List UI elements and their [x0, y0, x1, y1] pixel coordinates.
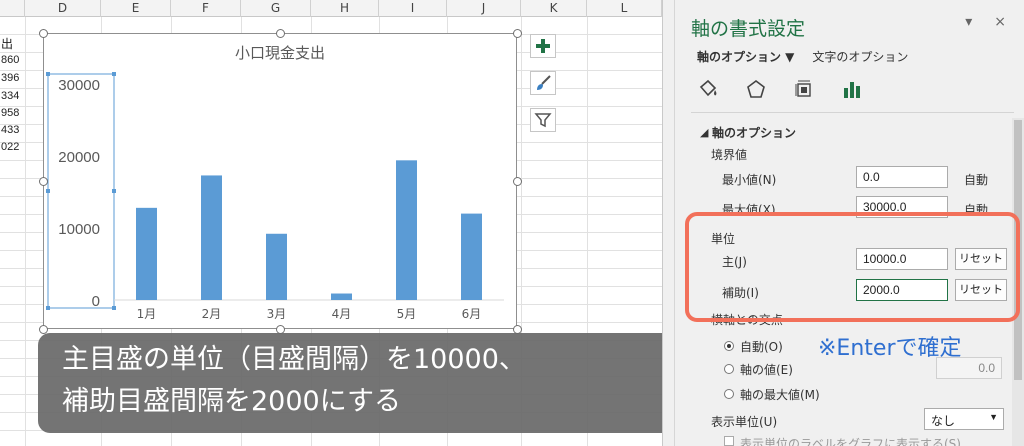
- column-header-g[interactable]: G: [241, 0, 311, 17]
- cell-partial-value[interactable]: 334: [1, 90, 19, 102]
- y-tick-label[interactable]: 10000: [58, 221, 100, 238]
- column-header-e[interactable]: E: [101, 0, 171, 17]
- display-unit-value: なし: [931, 414, 956, 428]
- filter-icon: [534, 113, 552, 128]
- cell-partial-value[interactable]: 022: [1, 141, 19, 153]
- radio-axis-value[interactable]: [724, 364, 734, 374]
- pane-tabs: 軸のオプション ▼ 文字のオプション: [697, 48, 908, 65]
- x-tick-label[interactable]: 6月: [462, 307, 482, 321]
- axis-selection-handle[interactable]: [46, 72, 50, 76]
- min-input[interactable]: 0.0: [856, 166, 948, 188]
- bar[interactable]: [331, 293, 352, 300]
- chart-styles-button[interactable]: [530, 71, 556, 95]
- column-header-d[interactable]: D: [25, 0, 101, 17]
- min-label: 最小値(N): [722, 173, 777, 187]
- enter-note: ※Enterで確定: [818, 336, 962, 361]
- radio-auto[interactable]: [724, 341, 734, 351]
- display-unit-select[interactable]: なし ▼: [924, 408, 1004, 430]
- radio-axis-max-label[interactable]: 軸の最大値(M): [740, 386, 820, 403]
- cell-partial-header[interactable]: 出: [1, 35, 13, 52]
- chart-plot[interactable]: 0 10000 20000 30000 1月 2月 3月 4月 5月 6月: [44, 34, 518, 330]
- column-header-h[interactable]: H: [311, 0, 379, 17]
- y-tick-label[interactable]: 0: [92, 293, 100, 310]
- pane-window-controls: ▾ ×: [965, 14, 1006, 30]
- resize-handle[interactable]: [39, 177, 48, 186]
- size-properties-tab[interactable]: [791, 76, 817, 102]
- pane-title: 軸の書式設定: [691, 18, 806, 40]
- resize-handle[interactable]: [39, 29, 48, 38]
- show-label-text: 表示単位のラベルをグラフに表示する(S): [740, 437, 961, 446]
- bar[interactable]: [396, 160, 417, 300]
- effects-tab[interactable]: [743, 76, 769, 102]
- caption-line-1: 主目盛の単位（目盛間隔）を10000、: [62, 344, 526, 375]
- paint-bucket-icon: [699, 79, 717, 97]
- cell-partial-value[interactable]: 396: [1, 72, 19, 84]
- pentagon-icon: [747, 80, 765, 98]
- bar[interactable]: [136, 207, 157, 300]
- chart-elements-button[interactable]: [530, 34, 556, 58]
- tab-axis-options[interactable]: 軸のオプション ▼: [697, 48, 794, 65]
- radio-auto-label[interactable]: 自動(O): [740, 338, 783, 355]
- close-icon[interactable]: ×: [994, 14, 1006, 30]
- fill-line-tab[interactable]: [695, 76, 721, 102]
- x-tick-label[interactable]: 2月: [202, 307, 222, 321]
- resize-handle[interactable]: [513, 177, 522, 186]
- bar-chart-icon: [844, 82, 860, 98]
- x-tick-label[interactable]: 4月: [332, 307, 352, 321]
- tutorial-caption: 主目盛の単位（目盛間隔）を10000、 補助目盛間隔を2000にする: [38, 333, 682, 433]
- pane-divider: [691, 112, 1014, 113]
- chart-area[interactable]: 小口現金支出 0 10000 20000 30000 1月 2月 3月 4月 5月 6月: [43, 33, 517, 329]
- column-header-f[interactable]: F: [171, 0, 241, 17]
- column-header-k[interactable]: K: [521, 0, 587, 17]
- axis-selection-handle[interactable]: [112, 306, 116, 310]
- axis-selection-handle[interactable]: [112, 189, 116, 193]
- cell-partial-value[interactable]: 433: [1, 124, 19, 136]
- axis-selection-handle[interactable]: [46, 306, 50, 310]
- radio-axis-max[interactable]: [724, 389, 734, 399]
- show-label-checkbox[interactable]: [724, 436, 734, 446]
- display-unit-label: 表示単位(U): [711, 415, 778, 429]
- resize-handle[interactable]: [513, 29, 522, 38]
- column-header-i[interactable]: I: [379, 0, 447, 17]
- bar[interactable]: [461, 213, 482, 300]
- section-triangle-icon[interactable]: ◢: [700, 126, 708, 139]
- grid-row: [0, 431, 662, 446]
- units-highlight-box: [685, 212, 1020, 322]
- chevron-down-icon: ▼: [989, 412, 998, 422]
- cell-partial-value[interactable]: 860: [1, 54, 19, 66]
- column-header-l[interactable]: L: [587, 0, 662, 17]
- size-properties-icon: [795, 80, 811, 97]
- resize-handle[interactable]: [276, 29, 285, 38]
- pane-icon-row: [695, 76, 865, 102]
- bounds-label: 境界値: [711, 148, 748, 162]
- value-axis-selection[interactable]: [47, 73, 115, 309]
- cell-partial-value[interactable]: 958: [1, 107, 19, 119]
- y-tick-label[interactable]: 30000: [58, 77, 100, 94]
- caption-line-2: 補助目盛間隔を2000にする: [62, 386, 401, 417]
- chevron-down-icon[interactable]: ▾: [965, 14, 972, 30]
- chart-filters-button[interactable]: [530, 108, 556, 132]
- column-header-c[interactable]: [0, 0, 25, 17]
- x-tick-label[interactable]: 3月: [267, 307, 287, 321]
- bar[interactable]: [266, 233, 287, 300]
- axis-options-tab[interactable]: [839, 76, 865, 102]
- min-state: 自動: [964, 173, 989, 187]
- grid-column: [25, 17, 26, 446]
- radio-axis-value-label[interactable]: 軸の値(E): [740, 361, 793, 378]
- x-tick-label[interactable]: 1月: [137, 307, 157, 321]
- tab-text-options[interactable]: 文字のオプション: [812, 48, 908, 65]
- y-tick-label[interactable]: 20000: [58, 149, 100, 166]
- x-tick-label[interactable]: 5月: [397, 307, 417, 321]
- plus-icon: [536, 39, 550, 53]
- axis-selection-handle[interactable]: [112, 72, 116, 76]
- axis-selection-handle[interactable]: [46, 189, 50, 193]
- bar[interactable]: [201, 175, 222, 300]
- brush-icon: [537, 75, 551, 90]
- sheet-vertical-scrollbar[interactable]: [663, 0, 675, 446]
- column-header-j[interactable]: J: [447, 0, 521, 17]
- section-axis-options[interactable]: 軸のオプション: [712, 124, 796, 141]
- column-header-row: D E F G H I J K L: [0, 0, 662, 17]
